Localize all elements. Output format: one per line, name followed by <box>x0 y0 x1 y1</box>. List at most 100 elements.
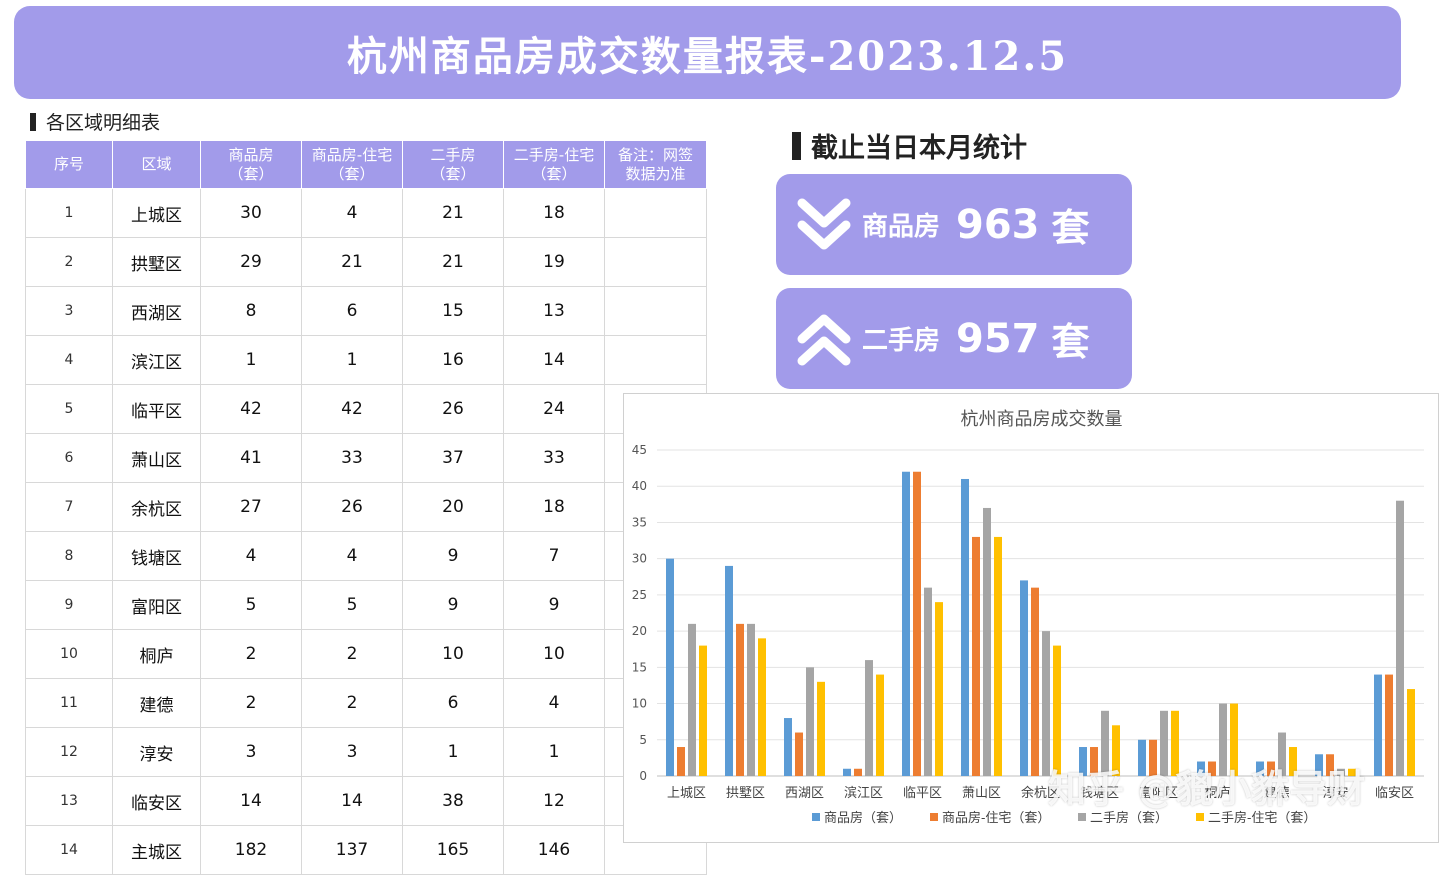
y-tick-label: 35 <box>632 515 647 529</box>
table-cell: 21 <box>402 237 504 287</box>
bar <box>1230 703 1238 776</box>
table-cell: 富阳区 <box>112 580 201 630</box>
table-cell: 5 <box>301 580 403 630</box>
bar <box>1396 500 1404 776</box>
heading-marker <box>792 131 801 160</box>
table-cell: 临安区 <box>112 776 201 826</box>
bar <box>677 747 685 776</box>
table-cell: 5 <box>25 384 113 434</box>
x-tick-label: 临平区 <box>903 786 942 801</box>
column-header-line1: 二手房 <box>430 145 476 164</box>
x-tick-label: 萧山区 <box>962 786 1001 801</box>
bar <box>688 623 696 776</box>
new-house-label: 商品房 <box>862 212 941 242</box>
y-tick-label: 15 <box>632 660 647 674</box>
column-header: 区域 <box>112 140 201 189</box>
table-row: 7 余杭区 27 26 20 18 <box>25 482 707 532</box>
bar <box>1267 761 1275 776</box>
y-tick-label: 10 <box>632 697 647 711</box>
table-cell: 2 <box>301 678 403 728</box>
bar <box>1256 761 1264 776</box>
bar <box>1278 732 1286 776</box>
table-row: 8 钱塘区 4 4 9 7 <box>25 531 707 581</box>
table-cell: 1 <box>200 335 302 385</box>
bar <box>795 732 803 776</box>
legend-label: 商品房-住宅（套） <box>942 810 1050 826</box>
table-cell: 26 <box>301 482 403 532</box>
table-cell: 6 <box>25 433 113 483</box>
table-cell: 38 <box>402 776 504 826</box>
bar <box>865 660 873 776</box>
column-header-line1: 二手房-住宅 <box>513 145 595 164</box>
bar <box>1042 631 1050 776</box>
table-cell: 41 <box>200 433 302 483</box>
table-cell: 西湖区 <box>112 286 201 336</box>
bar <box>972 536 980 776</box>
table-cell: 18 <box>503 188 605 238</box>
x-tick-label: 西湖区 <box>785 786 824 801</box>
table-cell: 2 <box>25 237 113 287</box>
table-cell: 桐庐 <box>112 629 201 679</box>
table-cell: 10 <box>503 629 605 679</box>
table-cell: 30 <box>200 188 302 238</box>
bar <box>1385 674 1393 776</box>
column-header-line2: （套） <box>430 164 476 183</box>
table-cell: 9 <box>402 580 504 630</box>
table-cell: 余杭区 <box>112 482 201 532</box>
column-header: 序号 <box>25 140 113 189</box>
bar <box>1090 747 1098 776</box>
table-cell: 27 <box>200 482 302 532</box>
table-cell: 14 <box>200 776 302 826</box>
bar <box>1315 754 1323 776</box>
column-header: 二手房-住宅 （套） <box>503 140 605 189</box>
table-cell: 上城区 <box>112 188 201 238</box>
column-header-line2: 数据为准 <box>625 164 686 183</box>
table-cell: 42 <box>301 384 403 434</box>
table-cell: 8 <box>200 286 302 336</box>
table-cell: 6 <box>402 678 504 728</box>
bar <box>1053 645 1061 776</box>
bar <box>725 565 733 776</box>
table-cell: 146 <box>503 825 605 875</box>
table-cell: 9 <box>503 580 605 630</box>
second-hand-count: 957 <box>956 315 1040 362</box>
table-row: 13 临安区 14 14 38 12 <box>25 776 707 826</box>
column-header: 商品房-住宅 （套） <box>301 140 403 189</box>
legend-swatch <box>1196 813 1204 821</box>
monthly-stats-heading-text: 截止当日本月统计 <box>811 133 1027 164</box>
table-cell <box>604 286 707 336</box>
table-cell: 7 <box>25 482 113 532</box>
x-tick-label: 拱墅区 <box>726 786 765 801</box>
table-cell: 6 <box>301 286 403 336</box>
column-header-line1: 商品房 <box>228 145 274 164</box>
y-tick-label: 45 <box>632 443 647 457</box>
table-cell: 19 <box>503 237 605 287</box>
detail-table-heading: 各区域明细表 <box>30 108 160 135</box>
legend-swatch <box>930 813 938 821</box>
page-title: 杭州商品房成交数量报表-2023.12.5 <box>346 32 1069 80</box>
table-cell: 37 <box>402 433 504 483</box>
table-cell: 13 <box>25 776 113 826</box>
table-cell: 18 <box>503 482 605 532</box>
table-cell: 165 <box>402 825 504 875</box>
bar <box>1160 710 1168 776</box>
table-cell: 7 <box>503 531 605 581</box>
bar <box>961 478 969 776</box>
table-cell: 33 <box>301 433 403 483</box>
table-cell <box>604 335 707 385</box>
table-row: 4 滨江区 1 1 16 14 <box>25 335 707 385</box>
double-chevron-up-icon <box>797 314 851 365</box>
second-hand-label: 二手房 <box>862 326 941 356</box>
bar <box>1149 739 1157 776</box>
title-banner: 杭州商品房成交数量报表-2023.12.5 <box>14 6 1401 99</box>
table-cell <box>604 188 707 238</box>
bar <box>666 558 674 776</box>
table-cell: 24 <box>503 384 605 434</box>
bar <box>817 681 825 776</box>
bar <box>854 768 862 776</box>
y-tick-label: 30 <box>632 552 647 566</box>
bar <box>902 471 910 776</box>
table-cell: 11 <box>25 678 113 728</box>
detail-table-heading-text: 各区域明细表 <box>46 112 161 134</box>
table-cell: 1 <box>503 727 605 777</box>
